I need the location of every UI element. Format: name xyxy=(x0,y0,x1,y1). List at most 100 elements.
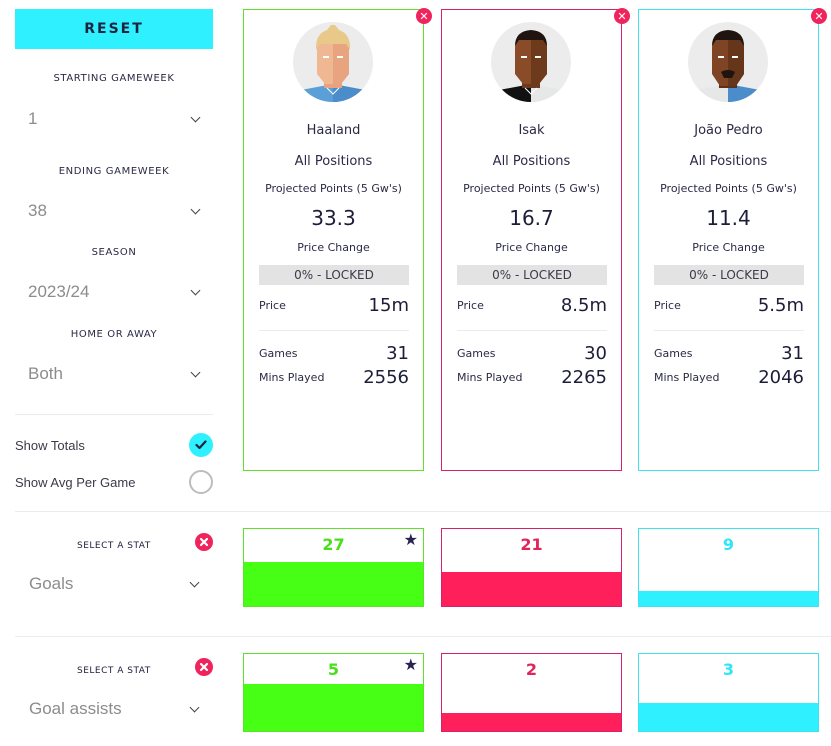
price-change-status: 0% - LOCKED xyxy=(259,265,409,285)
chevron-down-icon xyxy=(190,579,200,589)
home-or-away-label: HOME OR AWAY xyxy=(70,329,158,340)
price-row: Price 8.5m xyxy=(457,295,607,316)
stat-bar-joao-pedro-assists: 3 xyxy=(638,653,819,732)
games-row: Games 31 xyxy=(259,343,409,364)
mins-played-label: Mins Played xyxy=(457,371,523,384)
stat-select-value: Goals xyxy=(29,574,74,593)
close-icon[interactable]: ✕ xyxy=(416,8,432,24)
checkmark-icon xyxy=(195,440,207,450)
ending-gameweek-value: 38 xyxy=(28,201,47,220)
starting-gameweek-label: STARTING GAMEWEEK xyxy=(53,73,175,84)
remove-stat-icon[interactable] xyxy=(195,658,213,676)
card-divider xyxy=(654,330,804,331)
show-avg-per-game-label: Show Avg Per Game xyxy=(15,474,136,490)
stat-value: 5 xyxy=(327,660,340,679)
starting-gameweek-select[interactable]: 1 xyxy=(28,104,203,134)
card-divider xyxy=(259,330,409,331)
reset-button[interactable]: RESET xyxy=(15,9,213,49)
price-row: Price 5.5m xyxy=(654,295,804,316)
games-row: Games 31 xyxy=(654,343,804,364)
player-position: All Positions xyxy=(689,154,768,169)
mins-played-label: Mins Played xyxy=(654,371,720,384)
player-name: Isak xyxy=(518,123,545,138)
projected-points-label: Projected Points (5 Gw's) xyxy=(265,182,402,195)
stat-bar-fill xyxy=(244,562,423,606)
games-value: 30 xyxy=(584,343,607,364)
games-value: 31 xyxy=(386,343,409,364)
mins-played-value: 2556 xyxy=(363,367,409,388)
price-change-label: Price Change xyxy=(692,241,765,254)
close-icon[interactable]: ✕ xyxy=(614,8,630,24)
price-value: 15m xyxy=(368,295,409,316)
show-totals-radio[interactable] xyxy=(189,433,213,457)
games-value: 31 xyxy=(781,343,804,364)
remove-stat-icon[interactable] xyxy=(195,533,213,551)
show-avg-per-game-toggle[interactable]: Show Avg Per Game xyxy=(15,469,213,495)
stat-bar-isak-goals: 21 xyxy=(441,528,622,607)
player-face-icon xyxy=(295,25,371,102)
stat-row-divider xyxy=(15,636,831,637)
price-change-status: 0% - LOCKED xyxy=(654,265,804,285)
stat-bar-haaland-assists: 5 ★ xyxy=(243,653,424,732)
mins-played-row: Mins Played 2265 xyxy=(457,367,607,388)
season-select[interactable]: 2023/24 xyxy=(28,277,203,307)
season-label: SEASON xyxy=(91,247,137,258)
mins-played-value: 2265 xyxy=(561,367,607,388)
projected-points-value: 11.4 xyxy=(706,206,751,230)
sidebar-divider xyxy=(15,414,213,415)
player-avatar xyxy=(688,22,768,102)
chevron-down-icon xyxy=(191,369,201,379)
price-row: Price 15m xyxy=(259,295,409,316)
player-position: All Positions xyxy=(294,154,373,169)
mins-played-row: Mins Played 2046 xyxy=(654,367,804,388)
chevron-down-icon xyxy=(191,287,201,297)
stat-bar-fill xyxy=(639,591,818,606)
stat-select[interactable]: Goals xyxy=(29,569,202,599)
games-label: Games xyxy=(259,347,298,360)
stat-bar-fill xyxy=(244,684,423,731)
stat-value: 2 xyxy=(525,660,538,679)
close-icon[interactable]: ✕ xyxy=(811,8,827,24)
select-a-stat-label: SELECT A STAT xyxy=(77,541,151,551)
projected-points-value: 33.3 xyxy=(311,206,356,230)
stat-value: 3 xyxy=(722,660,735,679)
show-totals-toggle[interactable]: Show Totals xyxy=(15,432,213,458)
price-value: 8.5m xyxy=(560,295,607,316)
games-label: Games xyxy=(654,347,693,360)
chevron-down-icon xyxy=(190,704,200,714)
player-position: All Positions xyxy=(492,154,571,169)
player-name: João Pedro xyxy=(694,123,763,138)
price-change-status: 0% - LOCKED xyxy=(457,265,607,285)
projected-points-label: Projected Points (5 Gw's) xyxy=(463,182,600,195)
stat-row-divider xyxy=(15,511,831,512)
home-or-away-select[interactable]: Both xyxy=(28,359,203,389)
ending-gameweek-select[interactable]: 38 xyxy=(28,196,203,226)
price-label: Price xyxy=(457,299,484,312)
player-card: ✕ João Pedro All Positions Projected Poi… xyxy=(638,8,827,471)
price-label: Price xyxy=(654,299,681,312)
stat-bar-fill xyxy=(442,712,621,731)
select-a-stat-label: SELECT A STAT xyxy=(77,666,151,676)
games-row: Games 30 xyxy=(457,343,607,364)
projected-points-label: Projected Points (5 Gw's) xyxy=(660,182,797,195)
home-or-away-value: Both xyxy=(28,364,63,383)
games-label: Games xyxy=(457,347,496,360)
player-face-icon xyxy=(493,30,569,102)
chevron-down-icon xyxy=(191,114,201,124)
stat-select-value: Goal assists xyxy=(29,699,122,718)
stat-bar-fill xyxy=(639,702,818,731)
price-change-label: Price Change xyxy=(297,241,370,254)
show-avg-per-game-radio[interactable] xyxy=(189,470,213,494)
player-card: ✕ Haaland All Positions Projected Points… xyxy=(243,8,432,471)
player-avatar xyxy=(491,22,571,102)
card-divider xyxy=(457,330,607,331)
player-face-icon xyxy=(690,30,766,102)
star-icon: ★ xyxy=(403,530,418,549)
mins-played-value: 2046 xyxy=(758,367,804,388)
stat-select[interactable]: Goal assists xyxy=(29,694,202,724)
stat-bar-joao-pedro-goals: 9 xyxy=(638,528,819,607)
price-value: 5.5m xyxy=(757,295,804,316)
stat-value: 27 xyxy=(322,535,345,554)
price-label: Price xyxy=(259,299,286,312)
player-name: Haaland xyxy=(306,123,361,138)
